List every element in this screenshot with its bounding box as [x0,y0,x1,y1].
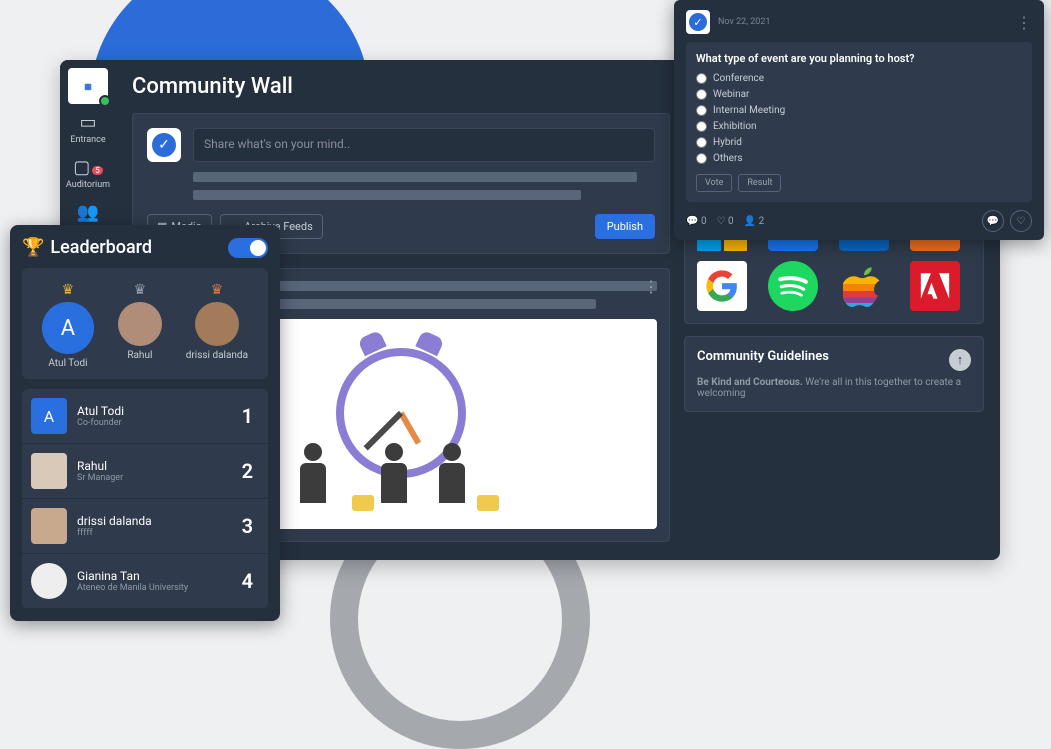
comment-count[interactable]: 💬 0 [686,216,707,227]
poll-option[interactable]: Hybrid [696,137,1022,148]
leaderboard-list: A Atul TodiCo-founder 1 RahulSr Manager … [22,389,268,609]
poll-option[interactable]: Exhibition [696,121,1022,132]
avatar [195,302,239,346]
poll-options: Conference Webinar Internal Meeting Exhi… [696,73,1022,164]
podium-third[interactable]: ♛ drissi dalanda [186,282,248,369]
sponsor-apple[interactable] [839,261,889,311]
leaderboard-row[interactable]: A Atul TodiCo-founder 1 [22,389,268,444]
like-count[interactable]: ♡ 0 [717,216,734,227]
post-menu-icon[interactable]: ⋮ [643,277,659,296]
podium-first[interactable]: ♛ A Atul Todi [42,282,94,369]
poll-menu-icon[interactable]: ⋮ [1016,13,1032,32]
sponsor-spotify[interactable] [768,261,818,311]
poll-option[interactable]: Others [696,153,1022,164]
crown-icon: ♛ [211,282,224,298]
scroll-up-icon[interactable]: ↑ [949,349,971,371]
guidelines-body: Be Kind and Courteous. We're all in this… [697,377,971,399]
verified-icon: ✓ [147,128,181,162]
sidebar-item-auditorium[interactable]: ▢5 Auditorium [63,153,113,194]
publish-button[interactable]: Publish [595,214,655,239]
leaderboard-row[interactable]: Gianina TanAteneo de Manila University 4 [22,554,268,609]
poll-question: What type of event are you planning to h… [696,52,1022,65]
compose-content-preview [193,172,655,200]
leaderboard-row[interactable]: RahulSr Manager 2 [22,444,268,499]
video-icon: ▢5 [73,157,103,178]
poll-date: Nov 22, 2021 [718,17,770,27]
avatar: A [42,302,94,354]
sponsor-google[interactable] [697,261,747,311]
avatar: A [31,398,67,434]
share-icon[interactable]: 💬 [982,210,1004,232]
sidebar-label: Entrance [70,135,105,145]
view-count: 👤 2 [744,216,765,227]
leaderboard-title: Leaderboard [50,237,152,258]
podium-second[interactable]: ♛ Rahul [118,282,162,369]
avatar [31,508,67,544]
crown-icon: ♛ [62,282,75,298]
people-icon: 👥 [77,202,99,223]
crown-icon: ♛ [134,282,147,298]
leaderboard-toggle[interactable] [228,238,268,258]
verified-icon: ✓ [686,10,710,34]
vote-button[interactable]: Vote [696,174,732,192]
sidebar-label: Auditorium [66,180,110,190]
heart-icon[interactable]: ♡ [1010,210,1032,232]
avatar [31,563,67,599]
result-button[interactable]: Result [738,174,781,192]
leaderboard-row[interactable]: drissi dalandafffff 3 [22,499,268,554]
avatar [118,302,162,346]
sidebar-item-entrance[interactable]: ▭ Entrance [63,108,113,149]
leaderboard-podium: ♛ A Atul Todi ♛ Rahul ♛ drissi dalanda [22,268,268,379]
poll-option[interactable]: Internal Meeting [696,105,1022,116]
guidelines-card: Community Guidelines ↑ Be Kind and Court… [684,336,984,412]
poll-option[interactable]: Conference [696,73,1022,84]
guidelines-title: Community Guidelines [697,349,941,364]
compose-input[interactable]: Share what's on your mind.. [193,128,655,162]
app-logo[interactable]: ▦ [68,68,108,104]
poll-card: ✓ Nov 22, 2021 ⋮ What type of event are … [674,0,1044,240]
book-icon: ▭ [79,112,96,133]
avatar [31,453,67,489]
trophy-icon: 🏆 [22,237,44,258]
sponsor-adobe[interactable] [910,261,960,311]
page-title: Community Wall [132,74,670,99]
leaderboard-card: 🏆 Leaderboard ♛ A Atul Todi ♛ Rahul ♛ dr… [10,225,280,621]
poll-option[interactable]: Webinar [696,89,1022,100]
